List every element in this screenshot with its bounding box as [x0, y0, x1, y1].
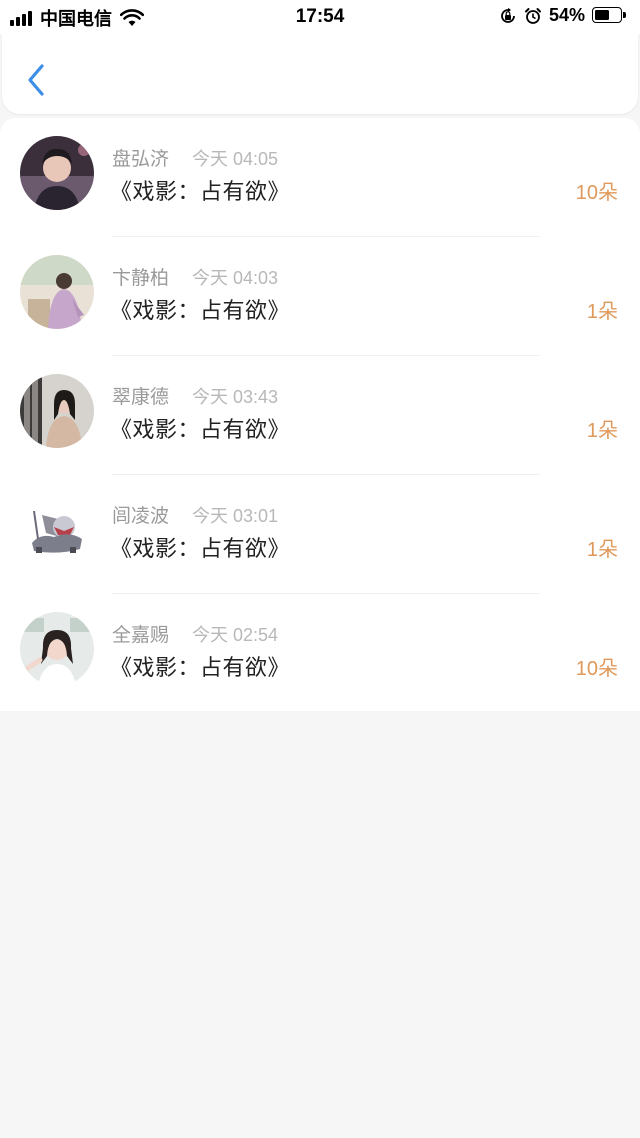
nav-bar — [2, 34, 638, 114]
work-title: 《戏影：占有欲》 — [110, 536, 291, 561]
sender-name: 闾凌波 — [112, 506, 170, 527]
gift-amount: 1朵 — [586, 301, 618, 323]
avatar-image — [20, 136, 94, 210]
back-button[interactable] — [22, 62, 52, 98]
status-right: 54% — [499, 5, 628, 26]
alarm-icon — [524, 7, 541, 24]
sender-name: 盘弘济 — [112, 149, 170, 170]
avatar-image — [20, 374, 94, 448]
send-time: 今天 04:03 — [192, 268, 279, 288]
sender-name: 翠康德 — [112, 387, 170, 408]
chevron-left-icon — [28, 64, 44, 96]
avatar-image — [20, 612, 94, 686]
orientation-lock-icon — [501, 7, 515, 23]
avatar[interactable] — [20, 136, 94, 210]
gift-record-list: 盘弘济 今天 04:05 《戏影：占有欲》 10朵 卞静柏 今天 04:03 《… — [0, 118, 640, 711]
send-time: 今天 03:43 — [192, 387, 279, 407]
avatar[interactable] — [20, 374, 94, 448]
battery-icon — [592, 6, 628, 25]
work-title: 《戏影：占有欲》 — [110, 298, 291, 323]
avatar-image — [20, 493, 94, 567]
avatar[interactable] — [20, 255, 94, 329]
work-title: 《戏影：占有欲》 — [110, 655, 291, 680]
send-time: 今天 02:54 — [192, 625, 279, 645]
gift-amount: 1朵 — [586, 420, 618, 442]
battery-percent: 54% — [548, 5, 585, 25]
avatar[interactable] — [20, 612, 94, 686]
gift-amount: 10朵 — [575, 182, 618, 204]
work-title: 《戏影：占有欲》 — [110, 179, 291, 204]
sender-name: 卞静柏 — [112, 268, 170, 289]
gift-amount: 1朵 — [586, 539, 618, 561]
send-time: 今天 04:05 — [192, 149, 279, 169]
send-time: 今天 03:01 — [192, 506, 279, 526]
sender-name: 全嘉赐 — [112, 625, 170, 646]
status-bar: 中国电信 17:54 54% — [0, 0, 640, 34]
avatar-image — [20, 255, 94, 329]
work-title: 《戏影：占有欲》 — [110, 417, 291, 442]
list-item[interactable]: 卞静柏 今天 04:03 《戏影：占有欲》 1朵 — [0, 237, 640, 356]
avatar[interactable] — [20, 493, 94, 567]
list-item[interactable]: 全嘉赐 今天 02:54 《戏影：占有欲》 10朵 — [0, 594, 640, 713]
list-item[interactable]: 盘弘济 今天 04:05 《戏影：占有欲》 10朵 — [0, 118, 640, 237]
list-item[interactable]: 闾凌波 今天 03:01 《戏影：占有欲》 1朵 — [0, 475, 640, 594]
list-item[interactable]: 翠康德 今天 03:43 《戏影：占有欲》 1朵 — [0, 356, 640, 475]
gift-amount: 10朵 — [575, 658, 618, 680]
